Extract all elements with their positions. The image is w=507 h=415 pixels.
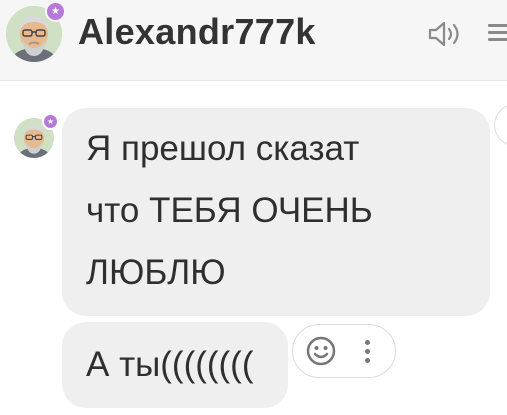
star-badge-icon: ★ bbox=[42, 113, 59, 130]
message-sender-avatar[interactable]: ★ bbox=[14, 113, 59, 158]
message-actions bbox=[292, 324, 396, 378]
message-action-button[interactable] bbox=[494, 104, 507, 146]
message-bubble[interactable]: Я прешол сказат что ТЕБЯ ОЧЕНЬ ЛЮБЛЮ bbox=[62, 108, 490, 316]
hamburger-menu-icon[interactable] bbox=[488, 24, 507, 48]
more-vertical-icon[interactable] bbox=[355, 335, 379, 367]
message-bubble[interactable]: А ты(((((((( bbox=[62, 322, 288, 408]
speaker-icon[interactable] bbox=[427, 20, 465, 48]
star-badge-icon: ★ bbox=[45, 1, 66, 22]
message-text-line: Я прешол сказат bbox=[86, 129, 360, 168]
message-text-line: ЛЮБЛЮ bbox=[86, 253, 226, 292]
contact-avatar[interactable]: ★ bbox=[6, 1, 66, 62]
chat-screen: ★ Alexandr777k ★ Я прешол сказат что ТЕБ… bbox=[0, 0, 507, 415]
message-text: А ты(((((((( bbox=[86, 345, 254, 384]
smiley-icon[interactable] bbox=[305, 335, 337, 367]
chat-header: ★ Alexandr777k bbox=[0, 0, 507, 81]
message-text-line: что ТЕБЯ ОЧЕНЬ bbox=[86, 191, 373, 230]
contact-name[interactable]: Alexandr777k bbox=[78, 11, 316, 53]
